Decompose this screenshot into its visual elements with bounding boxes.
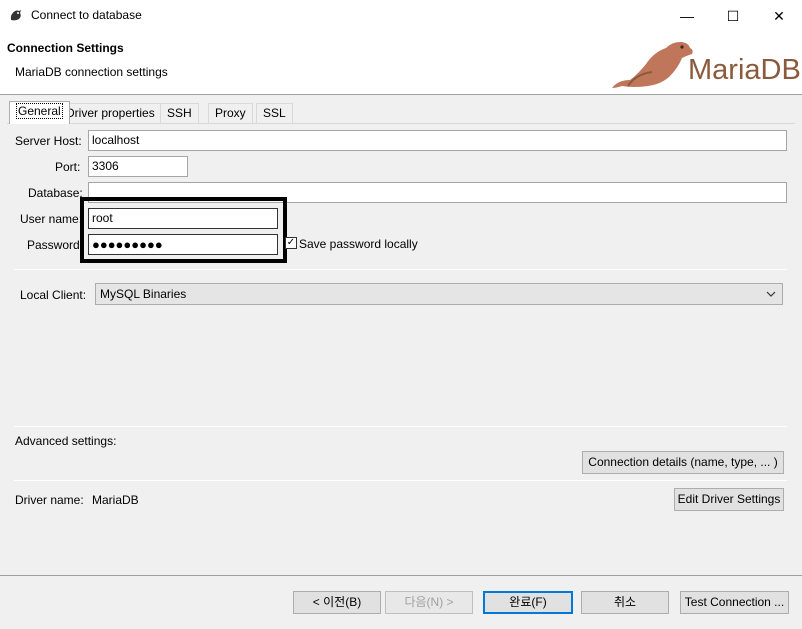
local-client-select[interactable]: MySQL Binaries [95, 283, 783, 305]
advanced-settings-label: Advanced settings: [15, 434, 117, 448]
chevron-down-icon [766, 284, 776, 310]
save-password-checkbox[interactable]: ✓ [285, 237, 297, 249]
divider [14, 480, 787, 481]
minimize-button[interactable]: — [664, 0, 710, 32]
tab-general[interactable]: General [9, 101, 70, 124]
tab-driver-properties[interactable]: Driver properties [59, 103, 162, 124]
tab-ssl[interactable]: SSL [256, 103, 293, 124]
port-input[interactable]: 3306 [88, 156, 188, 177]
mariadb-logo: MariaDB [608, 34, 801, 92]
server-host-input[interactable]: localhost [88, 130, 787, 151]
page-title: Connection Settings [7, 41, 124, 55]
driver-name-value: MariaDB [92, 493, 139, 507]
local-client-label: Local Client: [20, 288, 87, 302]
port-label: Port: [55, 160, 81, 174]
tab-proxy[interactable]: Proxy [208, 103, 253, 124]
finish-button[interactable]: 완료(F) [483, 591, 573, 614]
username-label: User name: [20, 212, 83, 226]
close-button[interactable]: ✕ [756, 0, 802, 32]
back-button[interactable]: < 이전(B) [293, 591, 381, 614]
next-button[interactable]: 다음(N) > [385, 591, 473, 614]
test-connection-button[interactable]: Test Connection ... [680, 591, 789, 614]
driver-name-label: Driver name: [15, 493, 84, 507]
tab-ssh[interactable]: SSH [160, 103, 199, 124]
local-client-value: MySQL Binaries [100, 287, 187, 301]
save-password-label[interactable]: Save password locally [299, 237, 418, 251]
svg-text:MariaDB: MariaDB [688, 54, 800, 86]
app-icon [8, 8, 24, 24]
divider [14, 426, 787, 427]
password-label: Password: [27, 238, 84, 252]
credentials-highlight-box [80, 197, 287, 263]
maximize-button[interactable]: ☐ [710, 0, 756, 32]
connection-details-button[interactable]: Connection details (name, type, ... ) [582, 451, 784, 474]
database-label: Database: [28, 186, 83, 200]
divider [14, 269, 787, 270]
cancel-button[interactable]: 취소 [581, 591, 669, 614]
window-title: Connect to database [31, 8, 142, 22]
edit-driver-settings-button[interactable]: Edit Driver Settings [674, 488, 784, 511]
server-host-label: Server Host: [15, 134, 82, 148]
page-subtitle: MariaDB connection settings [15, 65, 168, 79]
